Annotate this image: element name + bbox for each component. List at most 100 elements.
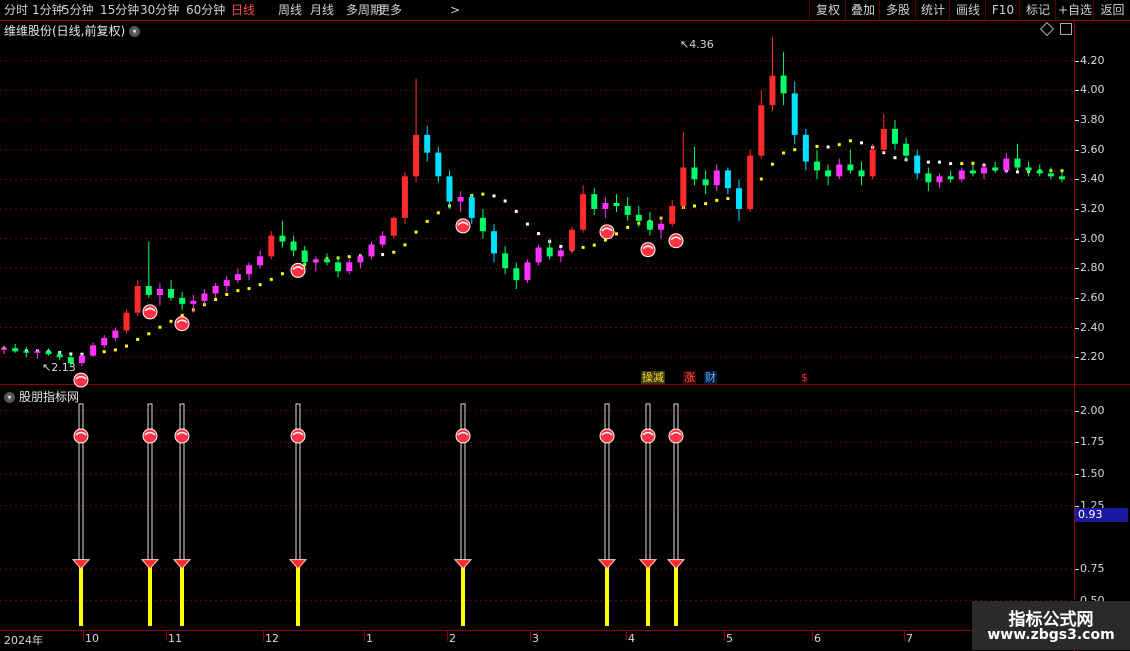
candle-body [880, 128, 887, 150]
diamond-icon [453, 559, 473, 570]
event-badge-dividend[interactable]: $ [800, 371, 809, 384]
candle-body [12, 348, 19, 352]
candle-body [635, 214, 642, 221]
diamond-icon [597, 559, 617, 570]
event-badge-reduce[interactable]: 操减 [641, 371, 665, 384]
period-tab-7[interactable]: 周线 [278, 0, 302, 20]
sub-y-tick [1075, 410, 1079, 412]
ma-point [848, 139, 852, 143]
diamond-icon [638, 559, 658, 570]
toolbar-button-5[interactable]: F10 [985, 0, 1020, 20]
ma-point [202, 303, 206, 307]
candle-body [223, 280, 230, 287]
x-axis-label: 1 [366, 632, 373, 645]
signal-bar-outline [604, 403, 610, 564]
candle-body [1036, 170, 1043, 174]
period-tab-4[interactable]: 30分钟 [140, 0, 179, 20]
main-panel-title[interactable]: 维维股份(日线,前复权) ▾ [4, 22, 141, 39]
toolbar-button-0[interactable]: 复权 [809, 0, 846, 20]
diamond-icon [666, 559, 686, 570]
signal-ball-icon [455, 218, 471, 234]
candle-body [702, 179, 709, 186]
ma-point [347, 255, 351, 259]
period-tab-1[interactable]: 1分钟 [32, 0, 64, 20]
x-axis-label: 5 [726, 632, 733, 645]
candle-body [257, 256, 264, 266]
period-tab-3[interactable]: 15分钟 [100, 0, 139, 20]
period-tab-10[interactable]: 更多 [378, 0, 402, 20]
candle-body [546, 247, 553, 257]
sub-panel-bottom-border [0, 630, 1130, 631]
candle-body [312, 259, 319, 263]
sub-panel-title[interactable]: ▾ 股朋指标网 [4, 388, 79, 405]
toolbar-button-2[interactable]: 多股 [879, 0, 916, 20]
kline-chart[interactable] [0, 0, 1130, 650]
x-axis-label: 12 [265, 632, 279, 645]
candle-body [847, 164, 854, 171]
ma-point [269, 277, 273, 281]
candle-body [680, 167, 687, 206]
period-tab-5[interactable]: 60分钟 [186, 0, 225, 20]
panel-maximize-icon[interactable] [1060, 23, 1072, 35]
event-badge-finance[interactable]: 财 [704, 371, 717, 384]
y-tick-label: 3.00 [1080, 231, 1105, 245]
y-tick-label: 3.80 [1080, 113, 1105, 127]
signal-ball-icon [668, 233, 684, 249]
signal-ball-highlight [75, 375, 87, 380]
y-tick-label: 3.40 [1080, 172, 1105, 186]
panel-options-icon[interactable] [1039, 21, 1055, 37]
ma-point [459, 197, 463, 201]
toolbar-button-3[interactable]: 统计 [915, 0, 950, 20]
ma-point [1060, 169, 1064, 173]
ma-point [715, 198, 719, 202]
event-badge-limit-up[interactable]: 涨 [683, 371, 696, 384]
ma-point [748, 189, 752, 193]
signal-bar-outline [147, 403, 153, 564]
period-tab-8[interactable]: 月线 [310, 0, 334, 20]
candle-body [335, 262, 342, 272]
y-tick [1075, 297, 1079, 299]
axis-divider [1074, 21, 1075, 651]
candle-body [134, 286, 141, 313]
toolbar-button-8[interactable]: 返回 [1093, 0, 1130, 20]
ma-point [592, 243, 596, 247]
toolbar-button-6[interactable]: 标记 [1019, 0, 1056, 20]
ma-point [470, 193, 474, 197]
more-arrow-icon[interactable]: > [450, 0, 460, 20]
candle-body [78, 355, 85, 364]
candle-body [123, 312, 130, 331]
toolbar-button-4[interactable]: 画线 [949, 0, 986, 20]
ma-point [370, 253, 374, 257]
candle-body [758, 105, 765, 156]
candle-body [234, 274, 241, 281]
chevron-down-icon[interactable]: ▾ [129, 26, 141, 37]
chevron-down-icon[interactable]: ▾ [4, 392, 15, 403]
signal-ball-icon [142, 428, 158, 444]
candle-body [613, 203, 620, 206]
toolbar-button-7[interactable]: +自选 [1055, 0, 1094, 20]
ma-point [882, 151, 886, 155]
ma-point [414, 230, 418, 234]
candle-body [346, 262, 353, 272]
period-tab-2[interactable]: 5分钟 [62, 0, 94, 20]
ma-point [35, 349, 39, 353]
period-tab-0[interactable]: 分时 [4, 0, 28, 20]
signal-ball-icon [174, 428, 190, 444]
signal-bar-outline [460, 403, 466, 564]
period-tab-9[interactable]: 多周期 [346, 0, 382, 20]
sub-y-tick-label: 2.00 [1080, 403, 1105, 417]
low-price-label: ↖2.13 [42, 361, 76, 374]
signal-ball-icon [290, 262, 306, 278]
toolbar-button-1[interactable]: 叠加 [845, 0, 880, 20]
ma-point [325, 257, 329, 261]
candle-body [379, 235, 386, 245]
candle-body [914, 155, 921, 174]
candle-body [591, 194, 598, 209]
candle-body [825, 170, 832, 177]
period-tab-6[interactable]: 日线 [231, 0, 255, 20]
candle-body [1003, 158, 1010, 171]
candle-body [513, 268, 520, 281]
x-axis-label: 10 [85, 632, 99, 645]
diamond-icon [140, 559, 160, 570]
ma-point [113, 348, 117, 352]
